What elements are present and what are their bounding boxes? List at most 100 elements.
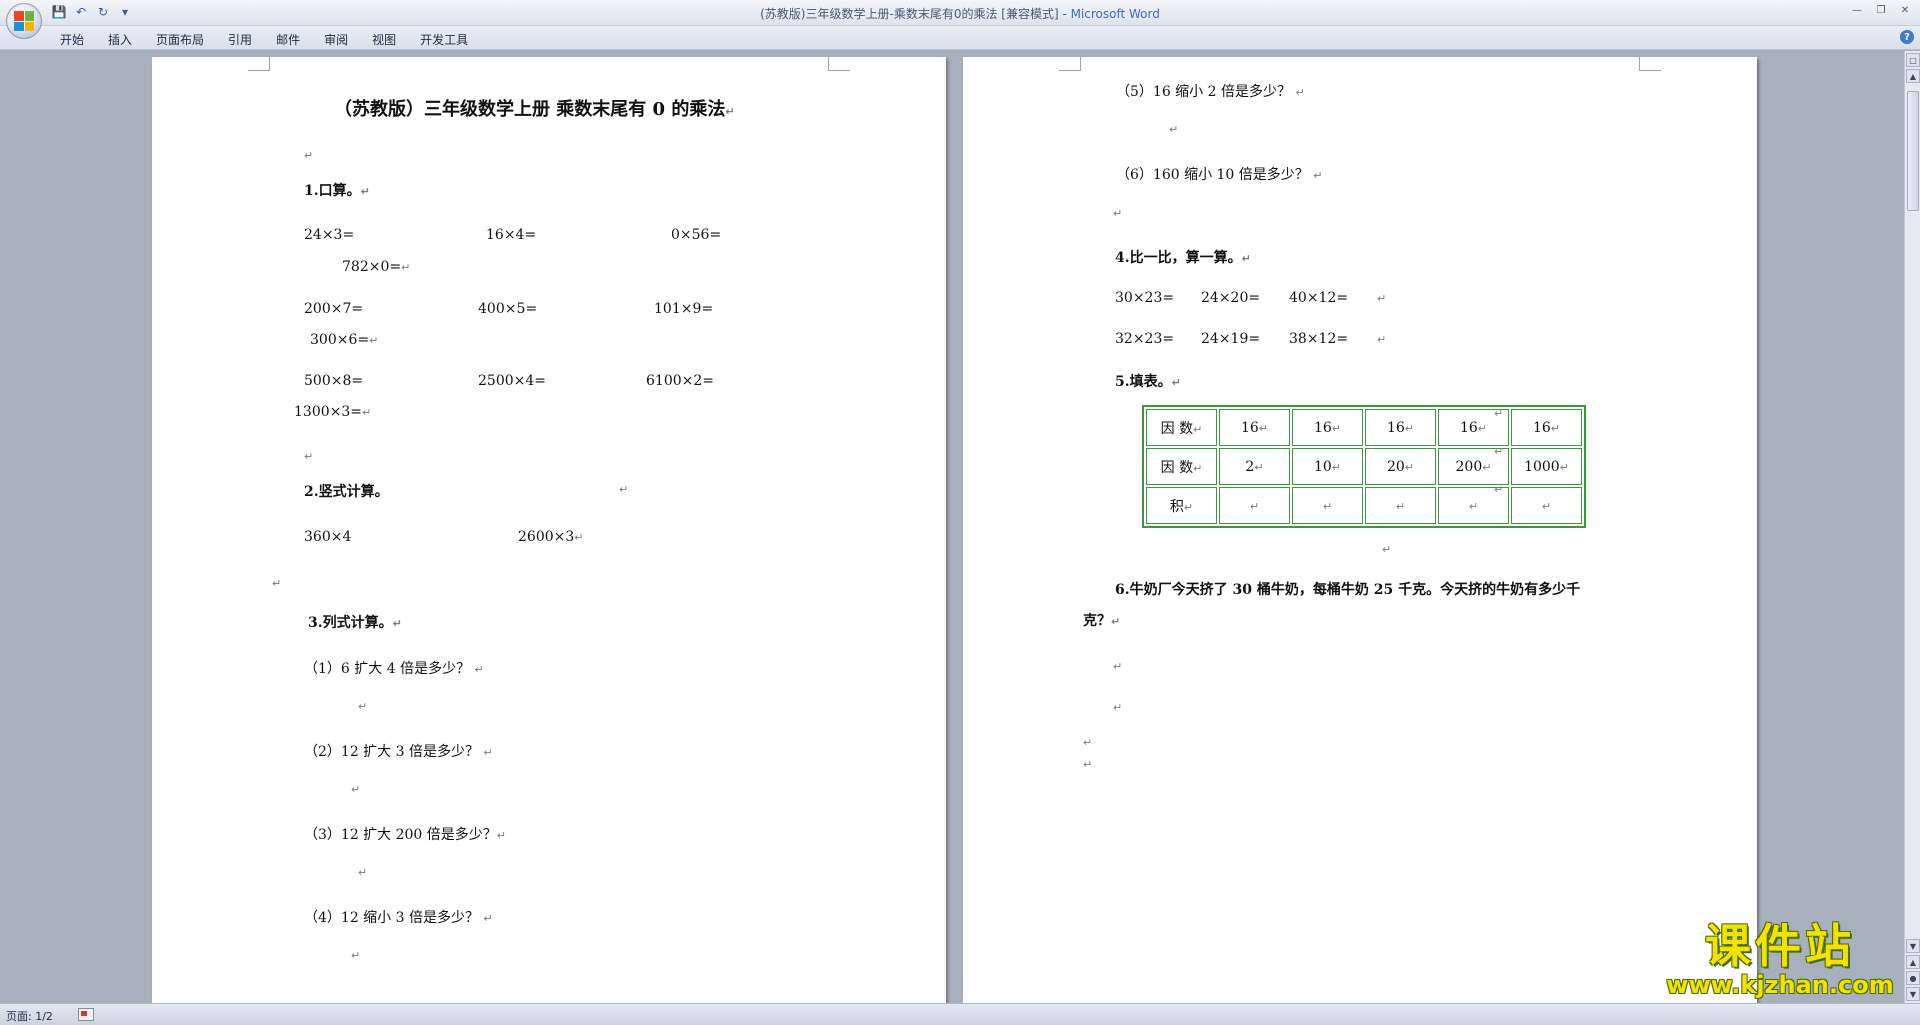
table-row: 因 数↵ 2↵ 10↵ 20↵ 200↵ 1000↵	[1146, 448, 1582, 485]
table-row: 因 数↵ 16↵ 16↵ 16↵ 16↵ 16↵	[1146, 409, 1582, 446]
table-cell[interactable]: 2↵	[1219, 448, 1290, 485]
row-end-mark: ↵	[1494, 445, 1504, 458]
compare-calc-item: 38×12=	[1289, 331, 1349, 347]
scrollbar-thumb[interactable]	[1907, 91, 1919, 211]
office-button[interactable]	[6, 3, 42, 39]
table-cell[interactable]: ↵	[1511, 487, 1582, 524]
vertical-calc-item: 360×4	[304, 529, 352, 545]
tab-insert[interactable]: 插入	[96, 29, 144, 50]
word-problem-item: （3）12 扩大 200 倍是多少？↵	[304, 827, 507, 843]
tab-view[interactable]: 视图	[360, 29, 408, 50]
paragraph-mark: ↵	[1083, 758, 1093, 771]
compare-calc-item: 32×23=	[1115, 331, 1175, 347]
compare-calc-item: 30×23=	[1115, 290, 1175, 306]
paragraph-mark: ↵	[351, 949, 361, 962]
previous-page-icon[interactable]: ▲	[1906, 955, 1920, 969]
document-title: （苏教版）三年级数学上册 乘数末尾有 0 的乘法↵	[334, 99, 735, 120]
paragraph-mark: ↵	[1169, 123, 1179, 136]
section-5-heading: 5.填表。↵	[1115, 374, 1181, 390]
table-cell[interactable]: 因 数↵	[1146, 409, 1217, 446]
fill-in-table: 因 数↵ 16↵ 16↵ 16↵ 16↵ 16↵ 因 数↵ 2↵ 10↵ 20↵…	[1142, 405, 1586, 528]
compare-calc-item: 40×12=	[1289, 290, 1349, 306]
table-cell[interactable]: 因 数↵	[1146, 448, 1217, 485]
margin-corner	[828, 57, 850, 71]
section-4-heading: 4.比一比，算一算。↵	[1115, 250, 1251, 266]
calc-item: 16×4=	[486, 227, 537, 243]
tab-mailings[interactable]: 邮件	[264, 29, 312, 50]
paragraph-mark: ↵	[272, 577, 282, 590]
close-icon[interactable]: ✕	[1894, 2, 1916, 18]
word-problem-item: （2）12 扩大 3 倍是多少？ ↵	[304, 744, 493, 760]
page-1[interactable]: （苏教版）三年级数学上册 乘数末尾有 0 的乘法↵ ↵ 1.口算。↵ 24×3=…	[152, 57, 946, 1003]
minimize-icon[interactable]: —	[1846, 2, 1868, 18]
window-title-document: (苏教版)三年级数学上册-乘数末尾有0的乘法 [兼容模式] -	[760, 7, 1071, 21]
status-bar: 页面: 1/2	[0, 1003, 1920, 1025]
paragraph-mark: ↵	[1083, 736, 1093, 749]
calc-item: 400×5=	[478, 301, 538, 317]
paragraph-mark: ↵	[351, 783, 361, 796]
row-end-mark: ↵	[1494, 407, 1504, 420]
tab-home[interactable]: 开始	[48, 29, 96, 50]
scroll-up-icon[interactable]: ▲	[1906, 69, 1920, 83]
compare-calc-item: 24×19=	[1201, 331, 1261, 347]
calc-item: 6100×2=	[646, 373, 714, 389]
watermark-logo-text: 课件站	[1705, 919, 1855, 973]
table-cell[interactable]: ↵	[1219, 487, 1290, 524]
calc-item: 0×56=	[671, 227, 722, 243]
ruler-toggle-icon[interactable]: □	[1906, 53, 1920, 67]
section-3-heading: 3.列式计算。↵	[308, 615, 402, 631]
section-2-heading: 2.竖式计算。	[304, 484, 389, 500]
table-row: 积↵ ↵ ↵ ↵ ↵ ↵	[1146, 487, 1582, 524]
vertical-calc-item: 2600×3↵	[518, 529, 584, 545]
tab-review[interactable]: 审阅	[312, 29, 360, 50]
table-cell[interactable]: 16↵	[1511, 409, 1582, 446]
paragraph-mark: ↵	[304, 450, 314, 463]
table-cell[interactable]: 1000↵	[1511, 448, 1582, 485]
tab-page-layout[interactable]: 页面布局	[144, 29, 216, 50]
table-cell[interactable]: ↵	[1292, 487, 1363, 524]
table-cell[interactable]: 20↵	[1365, 448, 1436, 485]
table-cell[interactable]: 10↵	[1292, 448, 1363, 485]
tab-references[interactable]: 引用	[216, 29, 264, 50]
scroll-down-icon[interactable]: ▼	[1906, 939, 1920, 953]
calc-item: 1300×3=↵	[294, 404, 372, 420]
ribbon: 开始 插入 页面布局 引用 邮件 审阅 视图 开发工具 ?	[0, 26, 1920, 50]
paragraph-mark: ↵	[1377, 292, 1387, 305]
site-watermark: 课件站 www.kjzhan.com	[1660, 920, 1900, 998]
table-cell[interactable]: ↵	[1365, 487, 1436, 524]
paragraph-mark: ↵	[1113, 207, 1123, 220]
calc-item: 500×8=	[304, 373, 364, 389]
margin-corner	[1059, 57, 1081, 71]
browse-object-icon[interactable]: ●	[1906, 971, 1920, 985]
tab-developer[interactable]: 开发工具	[408, 29, 480, 50]
margin-corner	[1639, 57, 1661, 71]
table-cell[interactable]: 积↵	[1146, 487, 1217, 524]
next-page-icon[interactable]: ▼	[1906, 987, 1920, 1001]
word-problem-item: （5）16 缩小 2 倍是多少？ ↵	[1116, 84, 1305, 100]
table-cell[interactable]: 16↵	[1292, 409, 1363, 446]
calc-item: 300×6=↵	[310, 332, 379, 348]
maximize-icon[interactable]: ❐	[1870, 2, 1892, 18]
window-title: (苏教版)三年级数学上册-乘数末尾有0的乘法 [兼容模式] - Microsof…	[0, 5, 1920, 22]
watermark-url: www.kjzhan.com	[1666, 971, 1894, 999]
calc-item: 101×9=	[654, 301, 714, 317]
paragraph-mark: ↵	[1377, 333, 1387, 346]
table-cell[interactable]: 16↵	[1219, 409, 1290, 446]
calc-item: 24×3=	[304, 227, 355, 243]
window-title-app: Microsoft Word	[1070, 7, 1160, 21]
table-cell[interactable]: 16↵	[1365, 409, 1436, 446]
page-indicator[interactable]: 页面: 1/2	[6, 1008, 53, 1024]
section-6-problem: 6.牛奶厂今天挤了 30 桶牛奶，每桶牛奶 25 千克。今天挤的牛奶有多少千	[1115, 582, 1581, 598]
help-icon[interactable]: ?	[1900, 30, 1914, 44]
calc-item: 2500×4=	[478, 373, 546, 389]
vertical-scrollbar[interactable]: □ ▲ ▼ ▲ ● ▼	[1904, 51, 1920, 1003]
document-area[interactable]: （苏教版）三年级数学上册 乘数末尾有 0 的乘法↵ ↵ 1.口算。↵ 24×3=…	[0, 51, 1904, 1003]
section-1-heading: 1.口算。↵	[304, 183, 370, 199]
calc-item: 200×7=	[304, 301, 364, 317]
section-6-problem-cont: 克？↵	[1083, 613, 1121, 629]
calc-item: 782×0=↵	[342, 259, 411, 275]
ribbon-tabs: 开始 插入 页面布局 引用 邮件 审阅 视图 开发工具	[48, 29, 480, 50]
proofing-status-icon[interactable]	[78, 1008, 94, 1021]
page-2[interactable]: （5）16 缩小 2 倍是多少？ ↵ ↵ （6）160 缩小 10 倍是多少？ …	[963, 57, 1757, 1003]
paragraph-mark: ↵	[358, 700, 368, 713]
